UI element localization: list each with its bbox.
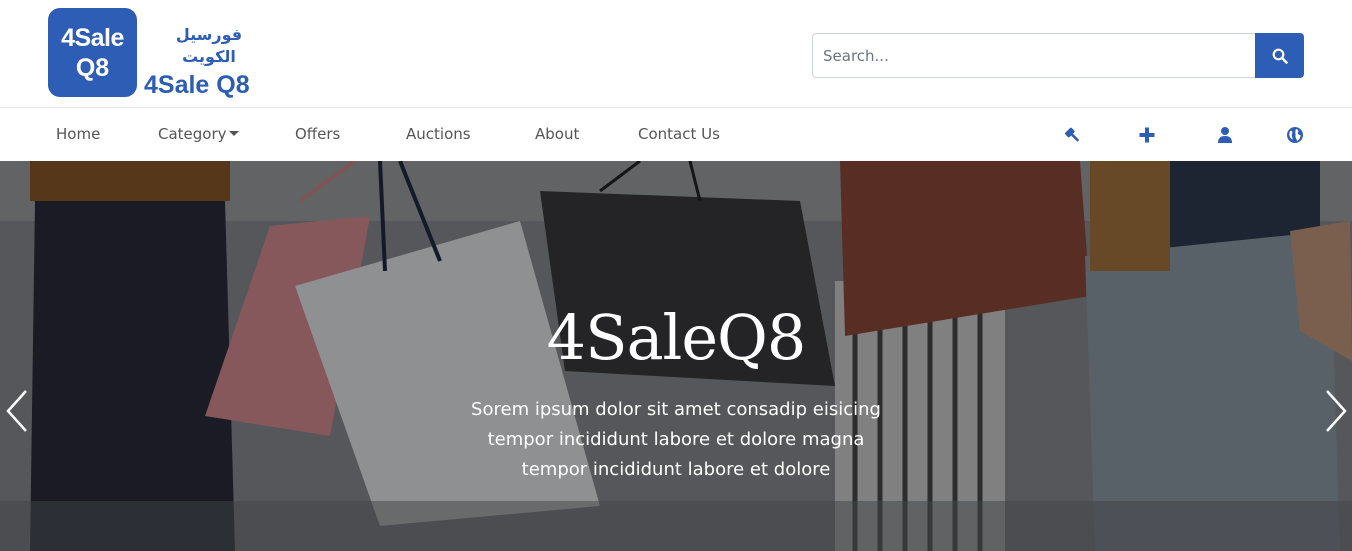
nav-about-label: About xyxy=(535,125,580,143)
logo-badge-line1: 4Sale xyxy=(61,23,124,52)
logo-badge-line2: Q8 xyxy=(75,53,110,82)
nav-auctions[interactable]: Auctions xyxy=(406,108,471,161)
logo-english-text: 4Sale Q8 xyxy=(144,71,250,99)
logo-badge[interactable]: 4Sale Q8 xyxy=(48,8,137,97)
nav-contact-us-label: Contact Us xyxy=(638,125,720,143)
nav-offers-label: Offers xyxy=(295,125,341,143)
caret-down-icon xyxy=(228,131,239,136)
user-icon[interactable] xyxy=(1215,125,1235,145)
logo-text[interactable]: فورسيل الكويت 4Sale Q8 xyxy=(144,24,268,100)
nav-about[interactable]: About xyxy=(535,108,579,161)
nav-category-label: Category xyxy=(158,125,227,143)
nav-contact-us[interactable]: Contact Us xyxy=(638,108,720,161)
hero-title: 4SaleQ8 xyxy=(546,301,807,374)
search-bar xyxy=(812,33,1304,78)
gavel-icon[interactable] xyxy=(1063,125,1083,145)
logo-arabic-text: فورسيل الكويت xyxy=(175,25,243,66)
search-input[interactable] xyxy=(812,33,1255,78)
hero-carousel: 4SaleQ8 Sorem ipsum dolor sit amet consa… xyxy=(0,161,1352,551)
nav-home[interactable]: Home xyxy=(56,108,100,161)
chevron-right-icon xyxy=(1326,390,1347,432)
hero-subtitle-line: tempor incididunt labore et dolore magna xyxy=(487,429,865,450)
chevron-left-icon xyxy=(6,390,27,432)
main-nav: Home Category Offers Auctions About Cont… xyxy=(0,108,1352,161)
nav-home-label: Home xyxy=(56,125,101,143)
hero-subtitle: Sorem ipsum dolor sit amet consadip eisi… xyxy=(426,395,926,485)
nav-category[interactable]: Category xyxy=(158,108,239,161)
carousel-prev-button[interactable] xyxy=(3,387,33,435)
nav-auctions-label: Auctions xyxy=(406,125,471,143)
search-button[interactable] xyxy=(1255,33,1304,78)
search-icon xyxy=(1272,48,1288,64)
site-header: 4Sale Q8 فورسيل الكويت 4Sale Q8 xyxy=(0,0,1352,108)
plus-icon[interactable] xyxy=(1137,125,1157,145)
hero-subtitle-line: tempor incididunt labore et dolore xyxy=(521,459,831,480)
nav-offers[interactable]: Offers xyxy=(295,108,340,161)
hero-subtitle-line: Sorem ipsum dolor sit amet consadip eisi… xyxy=(471,399,881,420)
globe-icon[interactable] xyxy=(1285,125,1305,145)
carousel-next-button[interactable] xyxy=(1320,387,1350,435)
